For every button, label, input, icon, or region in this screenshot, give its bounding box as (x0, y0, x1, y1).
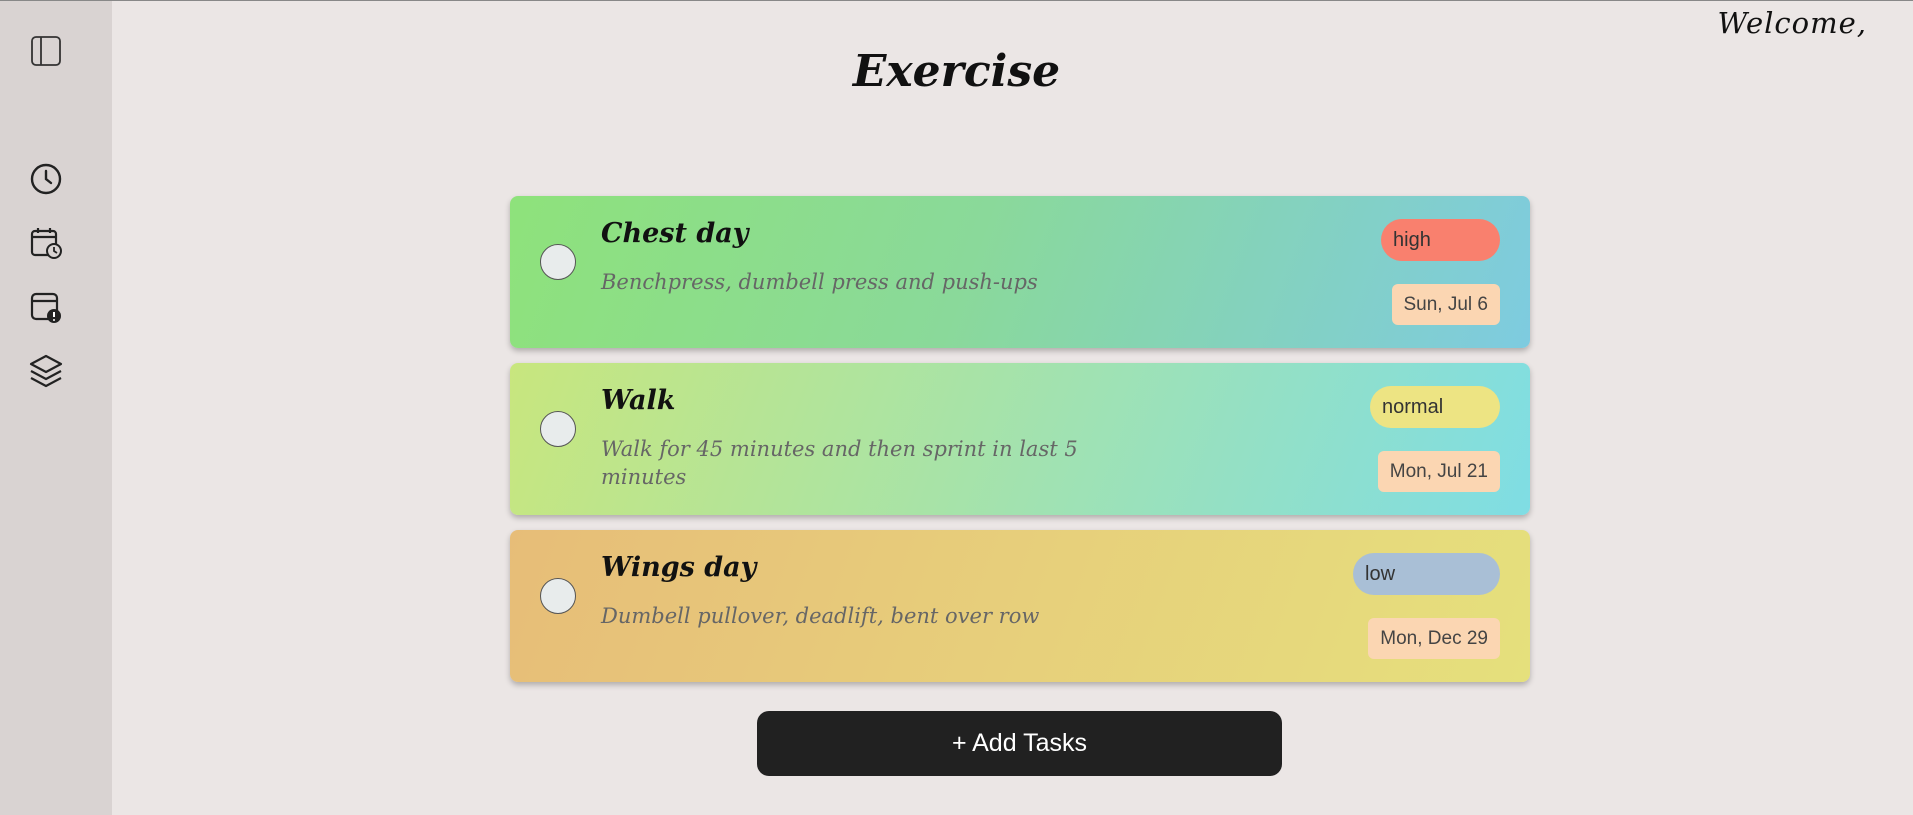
priority-badge: low (1353, 553, 1500, 595)
task-complete-checkbox[interactable] (540, 244, 576, 280)
task-card[interactable]: Wings day Dumbell pullover, deadlift, be… (510, 530, 1530, 682)
sidebar-item-overdue[interactable] (26, 287, 66, 327)
due-date-badge: Sun, Jul 6 (1391, 284, 1500, 325)
task-title: Walk (601, 385, 676, 416)
sidebar-item-scheduled[interactable] (26, 223, 66, 263)
clock-icon (30, 163, 62, 195)
task-card[interactable]: Walk Walk for 45 minutes and then sprint… (510, 363, 1530, 515)
layers-icon (29, 354, 63, 388)
welcome-text: Welcome, (1717, 6, 1867, 40)
priority-badge: high (1381, 219, 1500, 261)
due-date-badge: Mon, Dec 29 (1368, 618, 1500, 659)
sidebar-item-all-tasks[interactable] (26, 351, 66, 391)
page-title: Exercise (852, 46, 1061, 97)
calendar-clock-icon (30, 228, 62, 259)
top-border (0, 0, 1913, 1)
task-card[interactable]: Chest day Benchpress, dumbell press and … (510, 196, 1530, 348)
due-date-badge: Mon, Jul 21 (1377, 451, 1500, 492)
task-description: Walk for 45 minutes and then sprint in l… (601, 437, 1078, 489)
calendar-alert-icon (30, 292, 61, 323)
priority-badge: normal (1370, 386, 1500, 428)
add-tasks-button[interactable]: + Add Tasks (757, 711, 1282, 776)
task-title: Wings day (601, 552, 757, 583)
task-title: Chest day (601, 218, 749, 249)
task-description: Dumbell pullover, deadlift, bent over ro… (601, 604, 1040, 628)
sidebar (0, 1, 112, 815)
task-complete-checkbox[interactable] (540, 578, 576, 614)
task-complete-checkbox[interactable] (540, 411, 576, 447)
task-description: Benchpress, dumbell press and push-ups (601, 270, 1038, 294)
sidebar-item-recent[interactable] (26, 159, 66, 199)
task-list: Chest day Benchpress, dumbell press and … (510, 196, 1530, 697)
